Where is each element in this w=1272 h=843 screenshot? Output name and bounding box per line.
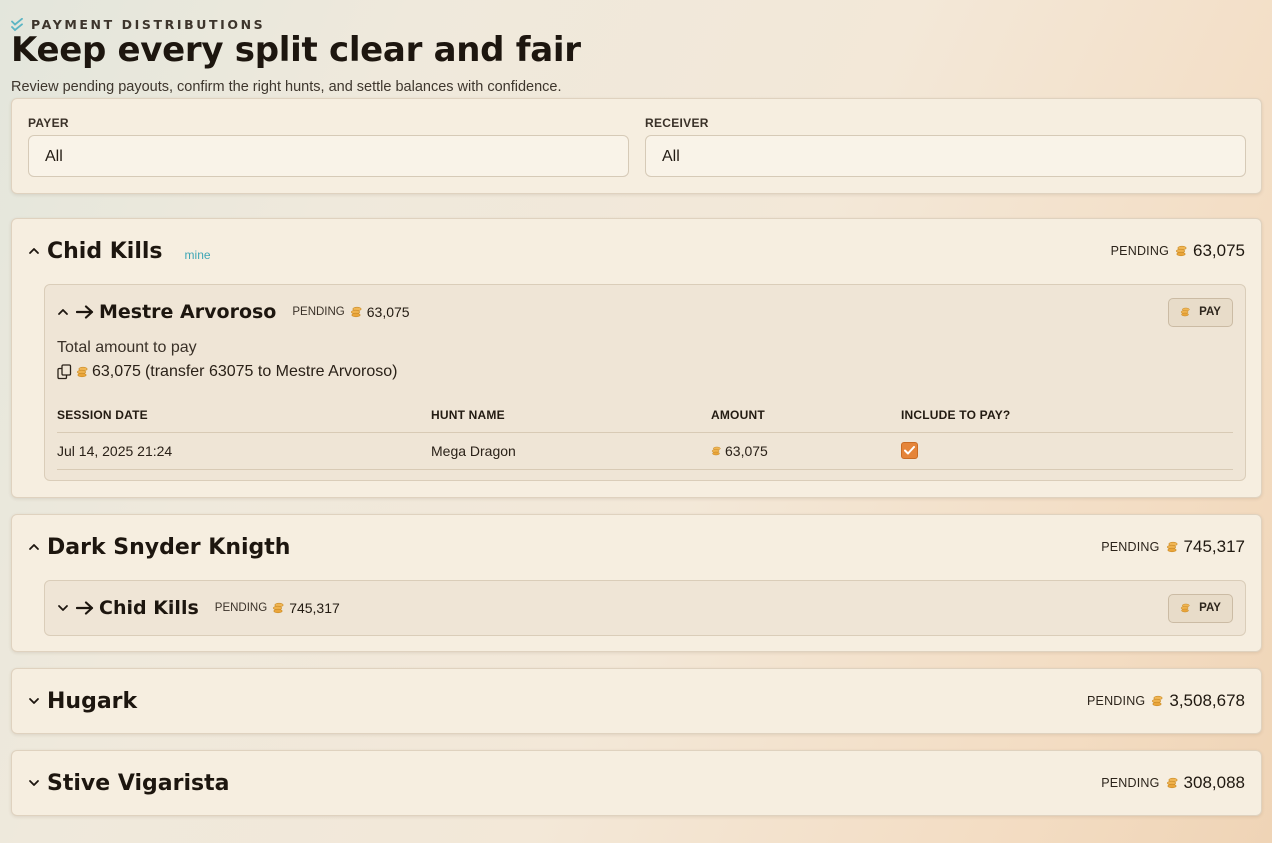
- include-cell: [901, 432, 1233, 470]
- receiver-card-mestre-arvoroso: Mestre Arvoroso PENDING 63,075 PAY Total…: [44, 284, 1246, 481]
- receiver-name: Mestre Arvoroso: [99, 301, 277, 323]
- payer-label: PAYER: [28, 116, 69, 130]
- chevron-down-icon[interactable]: [57, 602, 69, 614]
- pending-label: PENDING: [1101, 776, 1160, 790]
- coin-icon: [711, 446, 721, 456]
- coin-icon: [272, 602, 284, 614]
- pending-amount: 745,317: [289, 600, 340, 616]
- page-title: Keep every split clear and fair: [11, 30, 581, 70]
- pending-label: PENDING: [1101, 540, 1160, 554]
- coin-icon: [1151, 695, 1163, 707]
- payer-group-hugark: Hugark PENDING 3,508,678: [11, 668, 1262, 734]
- table-row: Jul 14, 2025 21:24 Mega Dragon 63,075: [57, 432, 1233, 470]
- coin-icon: [1175, 245, 1187, 257]
- receiver-name: Chid Kills: [99, 597, 199, 619]
- pending-amount: 63,075: [366, 304, 410, 320]
- coin-icon: [1180, 603, 1190, 613]
- col-session-date: SESSION DATE: [57, 398, 431, 433]
- col-amount: AMOUNT: [711, 398, 901, 433]
- pay-button[interactable]: PAY: [1168, 593, 1233, 623]
- include-checkbox[interactable]: [901, 442, 918, 459]
- pending-amount: 745,317: [1183, 537, 1245, 556]
- group-header[interactable]: Stive Vigarista PENDING 308,088: [28, 765, 1245, 801]
- receiver-header[interactable]: Mestre Arvoroso PENDING 63,075 PAY: [57, 285, 1233, 339]
- group-name: Dark Snyder Knigth: [47, 534, 291, 560]
- row-amount: 63,075: [725, 442, 768, 459]
- mine-tag: mine: [184, 248, 211, 262]
- session-date-cell: Jul 14, 2025 21:24: [57, 432, 431, 470]
- pay-button[interactable]: PAY: [1168, 297, 1233, 327]
- group-name: Hugark: [47, 688, 138, 714]
- group-header[interactable]: Hugark PENDING 3,508,678: [28, 683, 1245, 719]
- table-header-row: SESSION DATE HUNT NAME AMOUNT INCLUDE TO…: [57, 398, 1233, 433]
- pay-button-label: PAY: [1199, 602, 1221, 614]
- arrow-right-icon: [76, 305, 94, 319]
- group-pending: PENDING 308,088: [1101, 773, 1245, 793]
- hunt-name-cell: Mega Dragon: [431, 432, 711, 470]
- payer-select[interactable]: All: [28, 135, 629, 177]
- pending-amount: 308,088: [1183, 773, 1245, 792]
- total-amount: 63,075: [92, 363, 141, 380]
- coin-icon: [76, 366, 88, 378]
- chevron-down-icon[interactable]: [28, 777, 40, 789]
- arrow-right-icon: [76, 601, 94, 615]
- page-subtitle: Review pending payouts, confirm the righ…: [11, 79, 562, 95]
- pending-label: PENDING: [214, 602, 268, 614]
- total-amount-label: Total amount to pay: [57, 339, 197, 356]
- pending-amount: 3,508,678: [1169, 691, 1245, 710]
- transfer-text: (transfer 63075 to Mestre Arvoroso): [144, 363, 398, 380]
- col-include: INCLUDE TO PAY?: [901, 398, 1233, 433]
- coin-icon: [1166, 777, 1178, 789]
- chevron-up-icon[interactable]: [57, 306, 69, 318]
- receiver-label: RECEIVER: [645, 116, 709, 130]
- receiver-pending: PENDING 745,317: [215, 600, 340, 616]
- checkmark-icon: [904, 446, 915, 455]
- group-name: Chid Kills: [47, 238, 163, 264]
- chevron-down-icon[interactable]: [28, 695, 40, 707]
- chevron-up-icon[interactable]: [28, 541, 40, 553]
- group-header[interactable]: Chid Kills mine PENDING 63,075: [28, 233, 1245, 269]
- total-amount-line: 63,075 (transfer 63075 to Mestre Arvoros…: [57, 363, 398, 381]
- group-header[interactable]: Dark Snyder Knigth PENDING 745,317: [28, 529, 1245, 565]
- payer-group-stive-vigarista: Stive Vigarista PENDING 308,088: [11, 750, 1262, 816]
- payer-group-dark-snyder-knigth: Dark Snyder Knigth PENDING 745,317 Chid …: [11, 514, 1262, 652]
- receiver-pending: PENDING 63,075: [292, 304, 409, 320]
- pending-amount: 63,075: [1193, 241, 1245, 260]
- amount-cell: 63,075: [711, 432, 901, 470]
- payer-group-chid-kills: Chid Kills mine PENDING 63,075 Mestre Ar…: [11, 218, 1262, 498]
- pending-label: PENDING: [1110, 244, 1169, 258]
- coin-icon: [350, 306, 362, 318]
- payments-table: SESSION DATE HUNT NAME AMOUNT INCLUDE TO…: [57, 398, 1233, 470]
- chevron-up-icon[interactable]: [28, 245, 40, 257]
- pending-label: PENDING: [1087, 694, 1146, 708]
- receiver-card-chid-kills: Chid Kills PENDING 745,317 PAY: [44, 580, 1246, 636]
- filters-card: PAYER All RECEIVER All: [11, 98, 1262, 194]
- receiver-select[interactable]: All: [645, 135, 1246, 177]
- group-pending: PENDING 3,508,678: [1087, 691, 1245, 711]
- pending-label: PENDING: [292, 306, 345, 318]
- group-name: Stive Vigarista: [47, 770, 230, 796]
- copy-icon[interactable]: [57, 364, 72, 380]
- group-pending: PENDING 745,317: [1101, 537, 1245, 557]
- coin-icon: [1166, 541, 1178, 553]
- coin-icon: [1180, 307, 1190, 317]
- group-pending: PENDING 63,075: [1111, 241, 1245, 261]
- pay-button-label: PAY: [1199, 306, 1221, 318]
- receiver-header[interactable]: Chid Kills PENDING 745,317 PAY: [57, 581, 1233, 635]
- col-hunt-name: HUNT NAME: [431, 398, 711, 433]
